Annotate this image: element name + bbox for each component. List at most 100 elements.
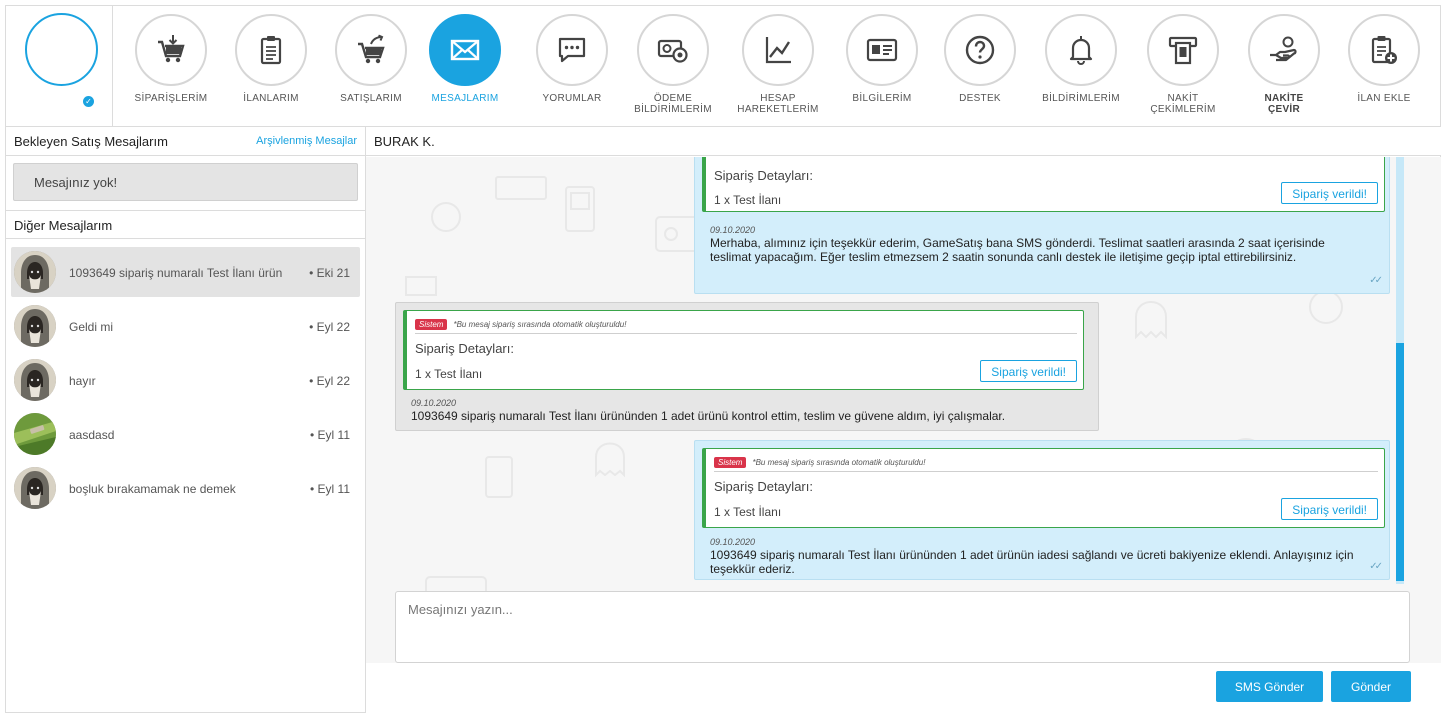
conversation-date: • Eyl 11 — [310, 482, 350, 496]
chat-bubble-icon — [536, 14, 608, 86]
nav-label: BİLDİRİMLERİM — [1042, 93, 1120, 104]
order-status-button[interactable]: Sipariş verildi! — [1281, 498, 1378, 520]
order-details-card: Sipariş Detayları: 1 x Test İlanı Sipari… — [702, 157, 1385, 212]
nav-label: DESTEK — [959, 93, 1001, 104]
nav-label: ÖDEME BİLDİRİMLERİM — [634, 93, 712, 115]
nav-label: SATIŞLARIM — [340, 93, 402, 104]
cart-download-icon — [135, 14, 207, 86]
nav-label: SİPARİŞLERİM — [134, 93, 208, 104]
clipboard-icon — [235, 14, 307, 86]
hand-coin-icon — [1248, 14, 1320, 86]
nav-nakite-cevir[interactable]: NAKİTE ÇEVİR — [1234, 14, 1334, 115]
nav-ilan-ekle[interactable]: İLAN EKLE — [1334, 14, 1434, 104]
action-bar: SMS Gönder Gönder — [366, 663, 1441, 713]
hooded-avatar — [14, 467, 56, 509]
sms-send-button[interactable]: SMS Gönder — [1216, 671, 1323, 702]
list-item[interactable]: aasdasd • Eyl 11 — [11, 409, 360, 459]
question-icon — [944, 14, 1016, 86]
conversation-preview: 1093649 sipariş numaralı Test İlanı ürün — [69, 266, 283, 280]
divider — [714, 471, 1378, 472]
conversation-preview: hayır — [69, 374, 96, 388]
conversation-preview: Geldi mi — [69, 320, 114, 334]
conversation-date: • Eyl 22 — [309, 320, 350, 334]
line-chart-icon — [742, 14, 814, 86]
other-title: Diğer Mesajlarım — [14, 218, 113, 233]
empty-message-box: Mesajınız yok! — [13, 163, 358, 201]
order-title: Sipariş Detayları: — [415, 341, 514, 356]
nav-label: NAKİT ÇEKİMLERİM — [1150, 93, 1216, 115]
order-status-button[interactable]: Sipariş verildi! — [980, 360, 1077, 382]
message-area[interactable]: Sipariş Detayları: 1 x Test İlanı Sipari… — [366, 157, 1441, 713]
order-details-card: Sistem *Bu mesaj sipariş sırasında otoma… — [702, 448, 1385, 528]
message-bubble-outgoing: Sipariş Detayları: 1 x Test İlanı Sipari… — [694, 157, 1390, 294]
conversation-sidebar: Bekleyen Satış Mesajlarım Arşivlenmiş Me… — [6, 127, 366, 713]
message-date: 09.10.2020 — [710, 537, 756, 547]
nav-mesajlarim[interactable]: MESAJLARIM — [415, 14, 515, 104]
cart-upload-icon — [335, 14, 407, 86]
chat-panel: BURAK K. Sipariş Detayları: 1 x Test İla… — [366, 127, 1441, 713]
payment-icon — [637, 14, 709, 86]
conversation-date: • Eki 21 — [309, 266, 350, 280]
message-text: Merhaba, alımınız için teşekkür ederim, … — [710, 236, 1325, 264]
nav-label: HESAP HAREKETLERİM — [737, 93, 819, 115]
conversation-date: • Eyl 22 — [309, 374, 350, 388]
order-title: Sipariş Detayları: — [714, 168, 813, 183]
archived-messages-link[interactable]: Arşivlenmiş Mesajlar — [256, 135, 357, 147]
system-badge: Sistem — [415, 318, 448, 330]
nav-destek[interactable]: DESTEK — [930, 14, 1030, 104]
chat-header: BURAK K. — [366, 127, 1441, 156]
other-header: Diğer Mesajlarım — [6, 210, 365, 239]
divider — [415, 333, 1077, 334]
message-text: 1093649 sipariş numaralı Test İlanı ürün… — [411, 409, 1006, 423]
nav-siparislerim[interactable]: SİPARİŞLERİM — [121, 14, 221, 104]
verified-icon: ✓ — [83, 96, 94, 107]
nav-label: İLANLARIM — [243, 93, 299, 104]
order-item: 1 x Test İlanı — [714, 193, 782, 207]
nav-odeme-bildirimlerim[interactable]: ÖDEME BİLDİRİMLERİM — [623, 14, 723, 115]
message-input[interactable] — [395, 591, 1410, 663]
hooded-avatar — [14, 359, 56, 401]
system-note: *Bu mesaj sipariş sırasında otomatik olu… — [752, 457, 926, 467]
pending-title: Bekleyen Satış Mesajlarım — [14, 134, 168, 149]
nature-avatar — [14, 413, 56, 455]
conversation-date: • Eyl 11 — [310, 428, 350, 442]
list-item[interactable]: 1093649 sipariş numaralı Test İlanı ürün… — [11, 247, 360, 297]
atm-icon — [1147, 14, 1219, 86]
nav-bildirimlerim[interactable]: BİLDİRİMLERİM — [1031, 14, 1131, 104]
scrollbar-thumb[interactable] — [1396, 343, 1404, 581]
order-title: Sipariş Detayları: — [714, 479, 813, 494]
bell-icon — [1045, 14, 1117, 86]
nav-yorumlar[interactable]: YORUMLAR — [522, 14, 622, 104]
nav-bilgilerim[interactable]: BİLGİLERİM — [832, 14, 932, 104]
pending-header: Bekleyen Satış Mesajlarım Arşivlenmiş Me… — [6, 127, 365, 156]
envelope-icon — [429, 14, 501, 86]
read-check-icon: ✓✓ — [1369, 561, 1383, 572]
app-window: ✓ SİPARİŞLERİM İLANLARIM SATIŞLARIM MESA — [5, 5, 1441, 713]
nav-hesap-hareketlerim[interactable]: HESAP HAREKETLERİM — [728, 14, 828, 115]
top-navigation: ✓ SİPARİŞLERİM İLANLARIM SATIŞLARIM MESA — [6, 6, 1440, 127]
system-note: *Bu mesaj sipariş sırasında otomatik olu… — [453, 319, 627, 329]
system-row: Sistem *Bu mesaj sipariş sırasında otoma… — [415, 318, 626, 330]
order-details-card: Sistem *Bu mesaj sipariş sırasında otoma… — [403, 310, 1084, 390]
list-item[interactable]: Geldi mi • Eyl 22 — [11, 301, 360, 351]
order-item: 1 x Test İlanı — [714, 505, 782, 519]
list-item[interactable]: hayır • Eyl 22 — [11, 355, 360, 405]
conversation-preview: boşluk bırakamamak ne demek — [69, 482, 236, 496]
order-item: 1 x Test İlanı — [415, 367, 483, 381]
list-item[interactable]: boşluk bırakamamak ne demek • Eyl 11 — [11, 463, 360, 513]
order-status-button[interactable]: Sipariş verildi! — [1281, 182, 1378, 204]
hooded-avatar — [14, 305, 56, 347]
nav-satislarim[interactable]: SATIŞLARIM — [321, 14, 421, 104]
contact-name: BURAK K. — [374, 134, 435, 149]
conversation-preview: aasdasd — [69, 428, 115, 442]
read-check-icon: ✓✓ — [1369, 275, 1383, 286]
nav-label: YORUMLAR — [542, 93, 602, 104]
nav-label: MESAJLARIM — [431, 93, 499, 104]
id-card-icon — [846, 14, 918, 86]
send-button[interactable]: Gönder — [1331, 671, 1411, 702]
nav-ilanlarim[interactable]: İLANLARIM — [221, 14, 321, 104]
nav-label: NAKİTE ÇEVİR — [1264, 93, 1304, 115]
nav-nakit-cekimlerim[interactable]: NAKİT ÇEKİMLERİM — [1133, 14, 1233, 115]
profile-avatar[interactable] — [25, 13, 98, 86]
clipboard-add-icon — [1348, 14, 1420, 86]
